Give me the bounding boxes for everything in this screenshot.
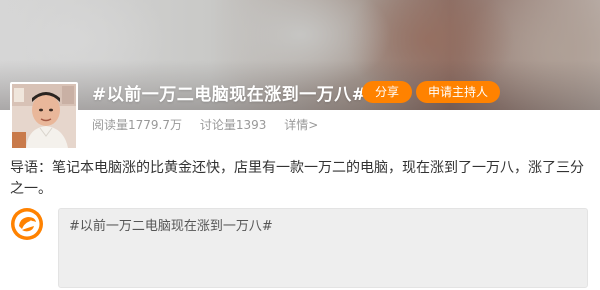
discussion-count: 讨论量1393 [199,118,267,132]
share-button[interactable]: 分享 [362,81,412,103]
weibo-logo-icon[interactable] [10,207,44,241]
topic-page: #以前一万二电脑现在涨到一万八# 分享 申请主持人 阅读量1779.7万 讨论量… [0,0,600,290]
topic-stats: 阅读量1779.7万 讨论量1393 详情> [92,116,332,133]
topic-intro: 导语：笔记本电脑涨的比黄金还快，店里有一款一万二的电脑，现在涨到了一万八，涨了三… [10,160,584,197]
details-link[interactable]: 详情> [284,118,318,132]
avatar-photo [12,84,76,148]
topic-title: #以前一万二电脑现在涨到一万八# [92,85,367,105]
post-composer-input[interactable]: #以前一万二电脑现在涨到一万八# [58,208,588,288]
read-count: 阅读量1779.7万 [92,118,182,132]
apply-host-button[interactable]: 申请主持人 [416,81,500,103]
topic-avatar[interactable] [10,82,78,150]
